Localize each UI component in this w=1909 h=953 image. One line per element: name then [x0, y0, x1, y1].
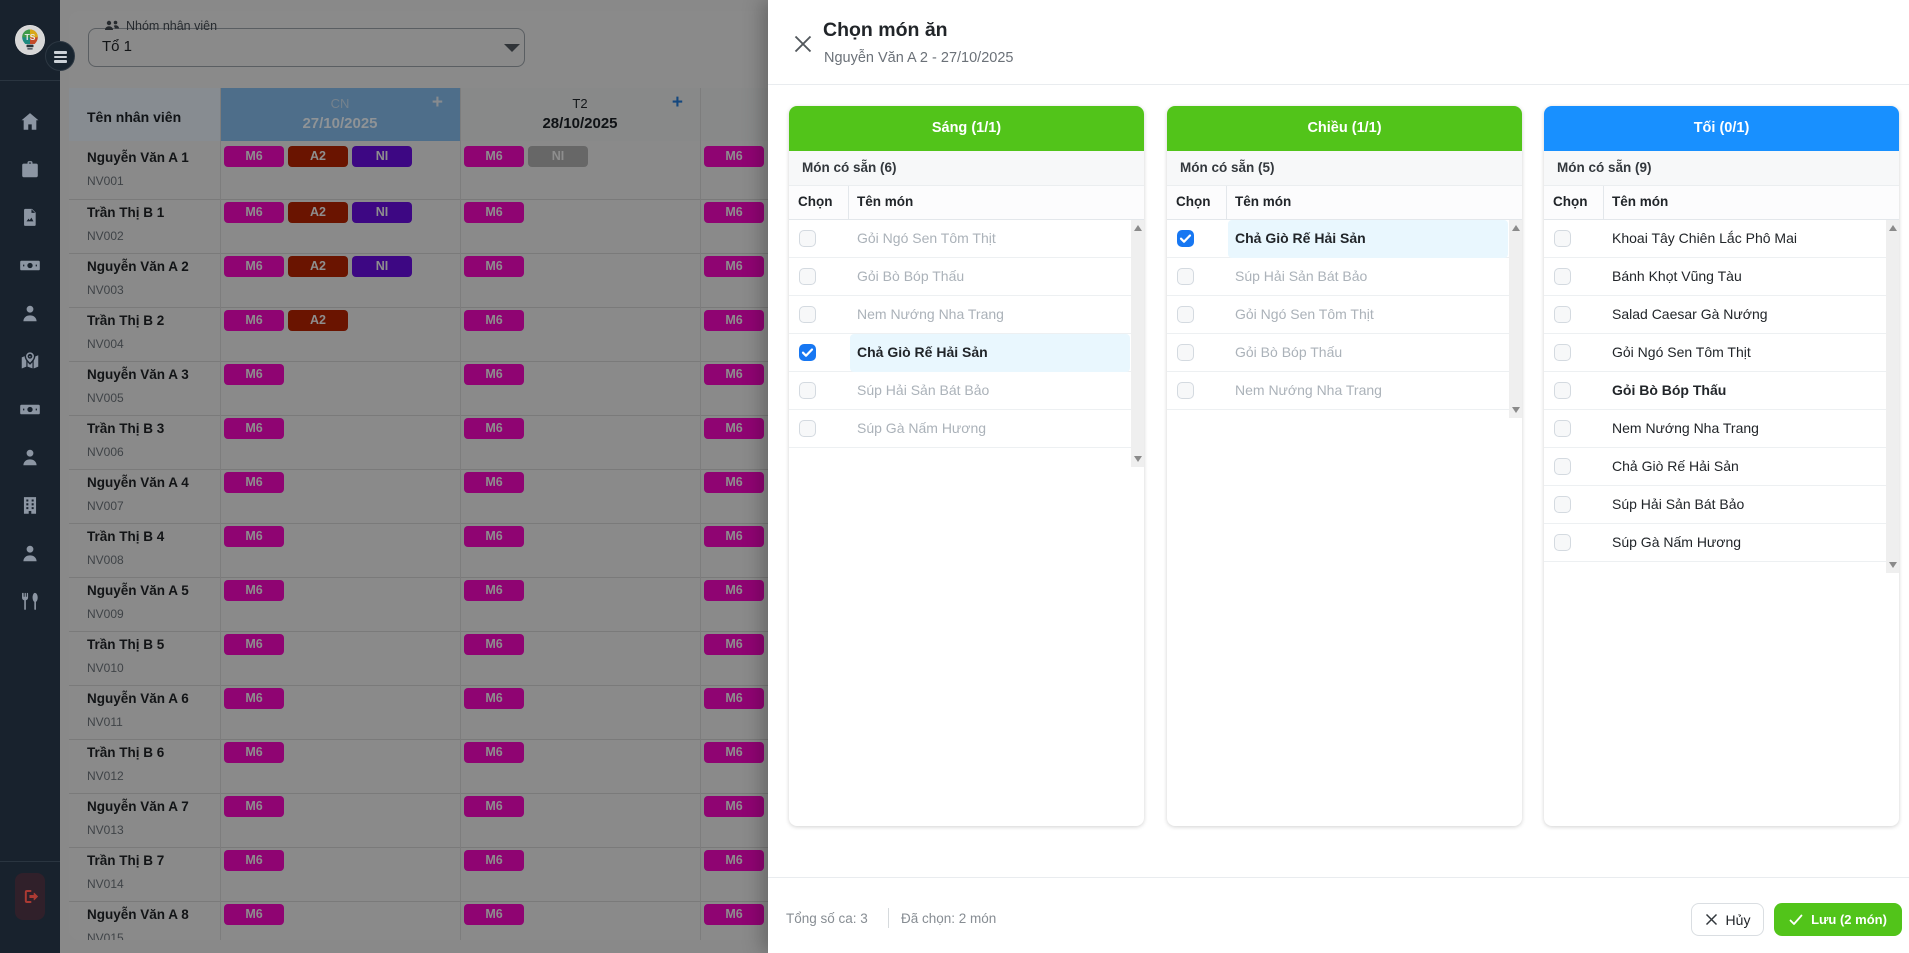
svg-text:TS: TS — [25, 32, 36, 42]
